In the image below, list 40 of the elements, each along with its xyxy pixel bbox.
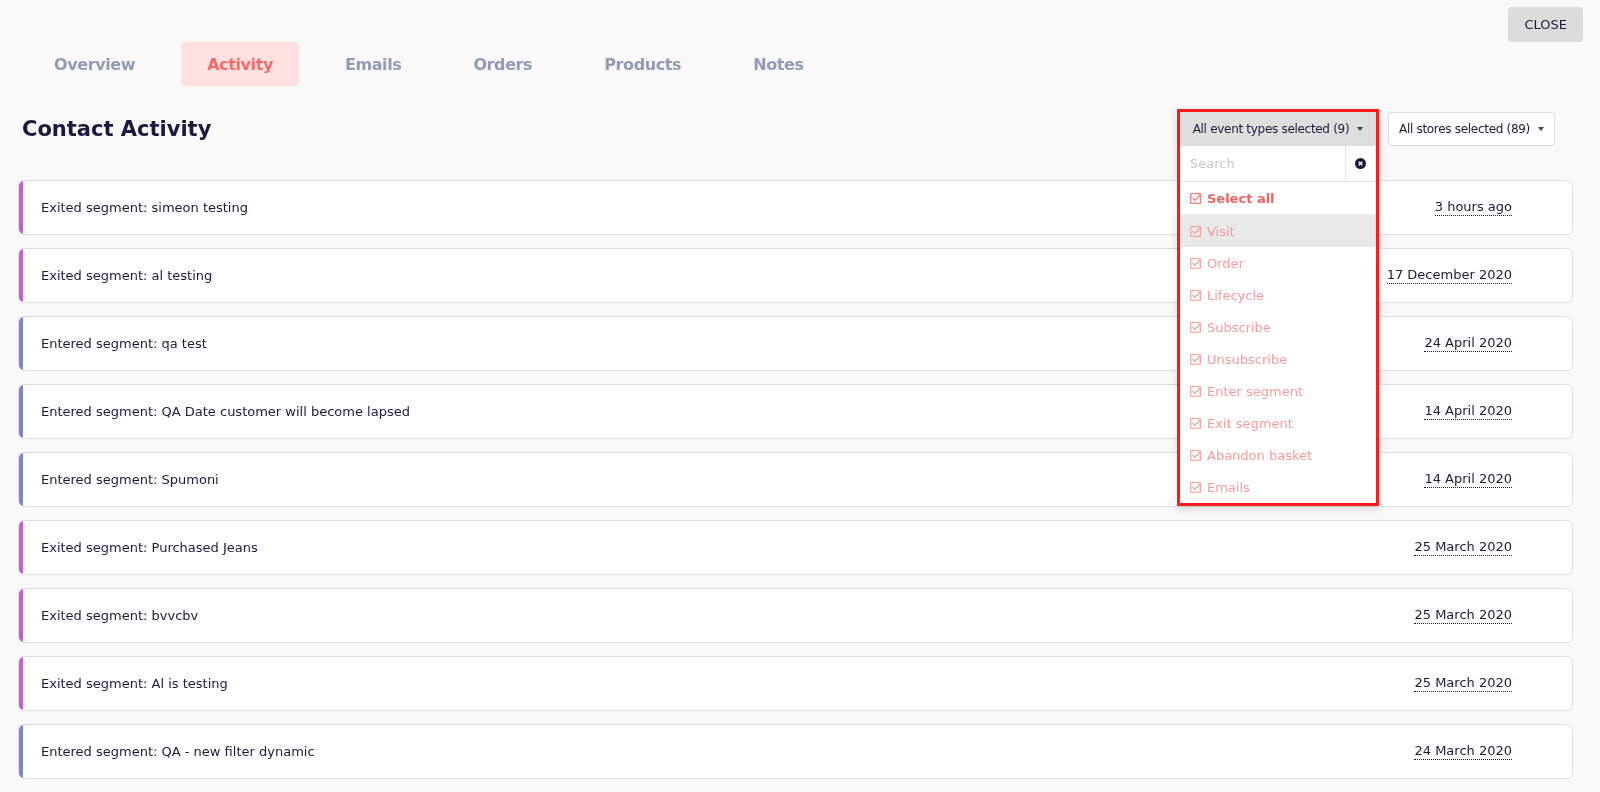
activity-time: 14 April 2020 — [1424, 471, 1512, 488]
activity-text: Entered segment: QA - new filter dynamic — [41, 744, 315, 759]
event-type-option[interactable]: Abandon basket — [1180, 439, 1376, 471]
activity-time: 25 March 2020 — [1414, 607, 1512, 624]
activity-time: 17 December 2020 — [1386, 267, 1512, 284]
activity-text: Exited segment: simeon testing — [41, 200, 248, 215]
activity-text: Entered segment: qa test — [41, 336, 207, 351]
tab[interactable]: Products — [578, 42, 708, 86]
tab[interactable]: Emails — [318, 42, 428, 86]
activity-time: 14 April 2020 — [1424, 403, 1512, 420]
caret-icon — [1357, 127, 1364, 131]
event-type-option[interactable]: Lifecycle — [1180, 279, 1376, 311]
close-button[interactable]: CLOSE — [1508, 7, 1583, 42]
activity-time: 3 hours ago — [1434, 199, 1512, 216]
event-type-option[interactable]: Unsubscribe — [1180, 343, 1376, 375]
activity-text: Exited segment: al testing — [41, 268, 213, 283]
activity-time: 25 March 2020 — [1414, 539, 1512, 556]
activity-time: 24 March 2020 — [1414, 743, 1512, 760]
clear-icon — [1355, 158, 1367, 169]
tab[interactable]: Notes — [727, 42, 830, 86]
store-filter-button[interactable]: All stores selected (89) — [1388, 112, 1555, 146]
activity-text: Exited segment: Al is testing — [41, 676, 228, 691]
event-type-option[interactable]: Visit — [1180, 215, 1376, 247]
event-type-option[interactable]: Subscribe — [1180, 311, 1376, 343]
activity-text: Exited segment: Purchased Jeans — [41, 540, 258, 555]
activity-time: 24 April 2020 — [1424, 335, 1512, 352]
tab[interactable]: Activity — [181, 42, 299, 86]
page-title: Contact Activity — [22, 117, 212, 141]
tab[interactable]: Orders — [447, 42, 559, 86]
event-type-option[interactable]: Emails — [1180, 471, 1376, 503]
event-type-option[interactable]: Order — [1180, 247, 1376, 279]
event-type-option[interactable]: Enter segment — [1180, 375, 1376, 407]
activity-time: 25 March 2020 — [1414, 675, 1512, 692]
caret-icon — [1538, 127, 1544, 131]
activity-text: Exited segment: bvvcbv — [41, 608, 199, 623]
event-type-filter-button[interactable]: All event types selected (9) — [1180, 112, 1376, 146]
tab[interactable]: Overview — [28, 42, 162, 86]
activity-text: Entered segment: QA Date customer will become lapsed — [41, 404, 410, 419]
activity-text: Entered segment: Spumoni — [41, 472, 219, 487]
event-type-option[interactable]: Exit segment — [1180, 407, 1376, 439]
